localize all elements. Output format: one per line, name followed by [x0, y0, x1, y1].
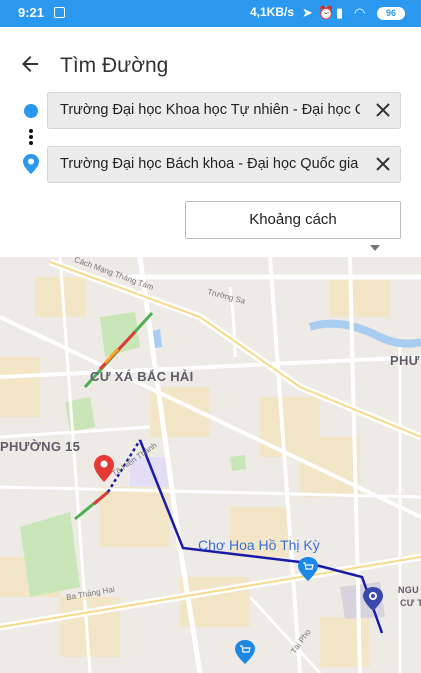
- back-arrow-icon[interactable]: [18, 52, 42, 76]
- sort-by-select[interactable]: Khoảng cách: [185, 201, 401, 239]
- map-canvas: [0, 257, 421, 673]
- status-bar: 9:21 4,1KB/s ➤ ⏰ ▮ ◠ 96: [0, 0, 421, 27]
- route-search-header: Tìm Đường Trường Đại học Khoa học Tự nhi…: [0, 27, 421, 257]
- status-time: 9:21: [18, 5, 45, 20]
- chevron-down-icon[interactable]: [370, 245, 380, 251]
- district-label: NGU: [398, 585, 419, 595]
- notification-icon: [54, 7, 65, 18]
- destination-field[interactable]: Trường Đại học Bách khoa - Đại học Quốc …: [47, 146, 401, 183]
- destination-pin-icon: [23, 154, 39, 174]
- market-label[interactable]: Chợ Hoa Hồ Thị Kỳ: [198, 537, 320, 553]
- clear-origin-icon[interactable]: [372, 99, 394, 121]
- origin-field[interactable]: Trường Đại học Khoa học Tự nhiên - Đại h…: [47, 92, 401, 129]
- signal-icon: ▮: [336, 5, 344, 20]
- battery-icon: 96: [377, 7, 405, 20]
- clear-destination-icon[interactable]: [372, 153, 394, 175]
- more-vert-icon: [29, 129, 33, 145]
- destination-text: Trường Đại học Bách khoa - Đại học Quốc …: [60, 156, 359, 172]
- alarm-icon: ⏰: [318, 5, 335, 20]
- network-speed: 4,1KB/s: [250, 5, 295, 19]
- location-icon: ➤: [302, 5, 313, 20]
- district-label: PHƯỜNG 15: [0, 439, 81, 454]
- page-title: Tìm Đường: [60, 54, 169, 77]
- district-label: CƯ TR: [400, 598, 421, 608]
- origin-text: Trường Đại học Khoa học Tự nhiên - Đại h…: [60, 102, 360, 118]
- map-view[interactable]: Cách Mạng Tháng Tám Trường Sa CƯ XÁ BẮC …: [0, 257, 421, 673]
- district-label: CƯ XÁ BẮC HẢI: [90, 369, 194, 384]
- wifi-icon: ◠: [354, 5, 366, 20]
- origin-dot-icon: [24, 104, 38, 118]
- district-label: PHƯ: [390, 353, 420, 368]
